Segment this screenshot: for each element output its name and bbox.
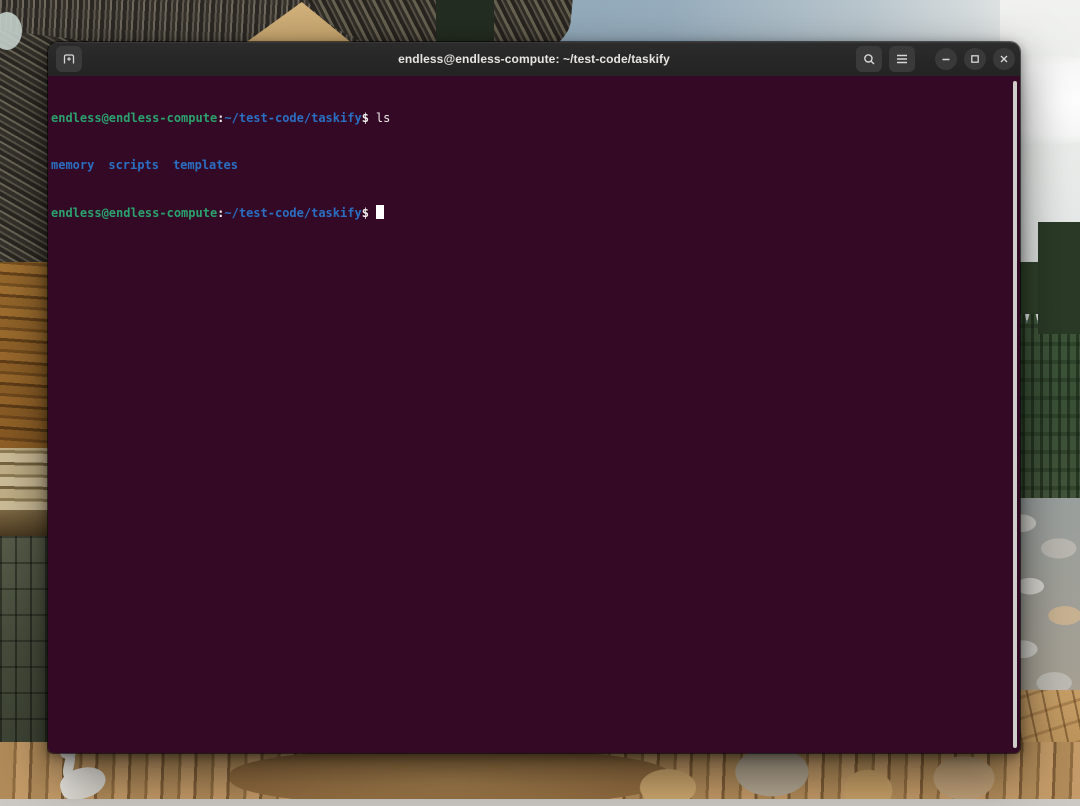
terminal-content-area[interactable]: endless@endless-compute:~/test-code/task…	[48, 76, 1020, 753]
prompt-symbol: $	[362, 206, 369, 220]
wallpaper-tree	[436, 0, 494, 48]
hamburger-menu-icon	[895, 53, 909, 65]
wallpaper-stones	[620, 744, 1020, 806]
typed-command: ls	[376, 111, 390, 125]
minimize-button[interactable]	[935, 48, 957, 70]
terminal-line-prompt: endless@endless-compute:~/test-code/task…	[51, 205, 1006, 222]
terminal-scrollbar[interactable]	[1013, 81, 1017, 748]
menu-button[interactable]	[889, 46, 915, 72]
prompt-user-host: endless@endless-compute	[51, 206, 217, 220]
close-icon	[999, 54, 1009, 64]
wallpaper-sand	[230, 748, 670, 806]
prompt-symbol: $	[362, 111, 369, 125]
maximize-icon	[970, 54, 980, 64]
directory-entry: scripts	[108, 158, 159, 172]
new-tab-icon	[61, 51, 77, 67]
prompt-path: ~/test-code/taskify	[224, 206, 361, 220]
search-button[interactable]	[856, 46, 882, 72]
prompt-user-host: endless@endless-compute	[51, 111, 217, 125]
search-icon	[862, 52, 877, 67]
minimize-icon	[941, 54, 951, 64]
wallpaper-white-bird-carving	[50, 746, 122, 804]
directory-entry: memory	[51, 158, 94, 172]
terminal-cursor	[376, 205, 384, 219]
prompt-path: ~/test-code/taskify	[224, 111, 361, 125]
terminal-line-ls-output: memory scripts templates	[51, 158, 1006, 174]
terminal-line-prompt-command: endless@endless-compute:~/test-code/task…	[51, 111, 1006, 127]
terminal-window: endless@endless-compute: ~/test-code/tas…	[48, 42, 1020, 753]
wallpaper-bottom-light-strip	[0, 799, 1080, 806]
maximize-button[interactable]	[964, 48, 986, 70]
directory-entry: templates	[173, 158, 238, 172]
close-button[interactable]	[993, 48, 1015, 70]
wallpaper-tree	[1038, 222, 1080, 334]
new-tab-button[interactable]	[56, 46, 82, 72]
titlebar[interactable]: endless@endless-compute: ~/test-code/tas…	[48, 42, 1020, 76]
